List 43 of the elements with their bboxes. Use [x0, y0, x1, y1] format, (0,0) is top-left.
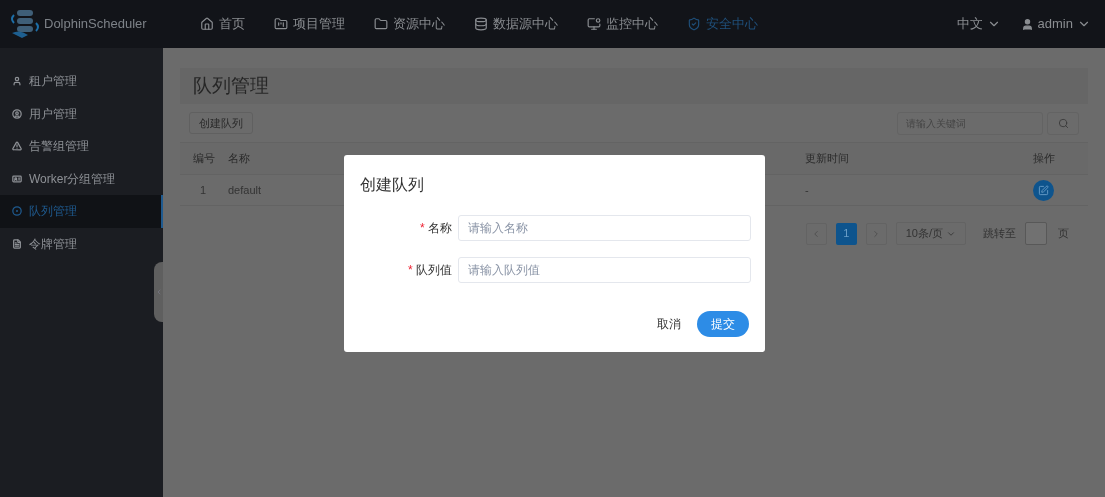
sidebar-item[interactable]: 告警组管理: [0, 130, 163, 163]
folder-icon: [274, 17, 288, 31]
user-circle-icon: [12, 108, 22, 119]
page-jump-field[interactable]: [1025, 222, 1047, 245]
submit-button[interactable]: 提交: [697, 311, 749, 337]
circle-icon: [12, 206, 22, 217]
nav-tab[interactable]: 监控中心: [587, 14, 658, 34]
document-icon: [12, 238, 22, 249]
sidebar-item[interactable]: Worker分组管理: [0, 162, 163, 195]
edit-icon: [1038, 184, 1049, 196]
logo-icon: [8, 7, 42, 41]
logo-text: DolphinScheduler: [44, 15, 147, 34]
dialog-title: 创建队列: [360, 175, 425, 195]
language-menu[interactable]: 中文: [956, 14, 1001, 34]
user-menu[interactable]: admin: [1020, 14, 1091, 34]
warning-icon: [12, 141, 22, 152]
cancel-button[interactable]: 取消: [657, 315, 681, 333]
nav-tab[interactable]: 数据源中心: [474, 14, 558, 34]
edit-button[interactable]: [1033, 179, 1054, 201]
collapse-handle[interactable]: [154, 262, 163, 322]
nav-tab[interactable]: 项目管理: [274, 14, 345, 34]
page-title: 队列管理: [193, 73, 269, 98]
nav-tab[interactable]: 首页: [200, 14, 245, 34]
field-label: * 队列值: [407, 262, 453, 279]
person-icon: [1020, 17, 1034, 31]
column-header: 名称: [228, 151, 251, 167]
folder-icon: [374, 17, 388, 31]
input-field[interactable]: 请输入队列值: [458, 257, 751, 283]
monitor-icon: [587, 17, 601, 31]
table-cell: -: [805, 183, 809, 196]
input-field[interactable]: 请输入名称: [458, 215, 751, 241]
home-icon: [200, 17, 214, 31]
sidebar-item[interactable]: 令牌管理: [0, 227, 163, 260]
sidebar-item[interactable]: 用户管理: [0, 97, 163, 130]
search-icon: [1057, 117, 1069, 129]
database-icon: [474, 17, 488, 31]
search-button[interactable]: [1047, 111, 1079, 135]
shield-icon: [687, 17, 701, 31]
person-icon: [12, 76, 22, 87]
field-label: * 名称: [419, 220, 453, 237]
nav-tab[interactable]: 资源中心: [374, 14, 445, 34]
id-card-icon: [12, 173, 22, 184]
sidebar-item[interactable]: 租户管理: [0, 65, 163, 98]
